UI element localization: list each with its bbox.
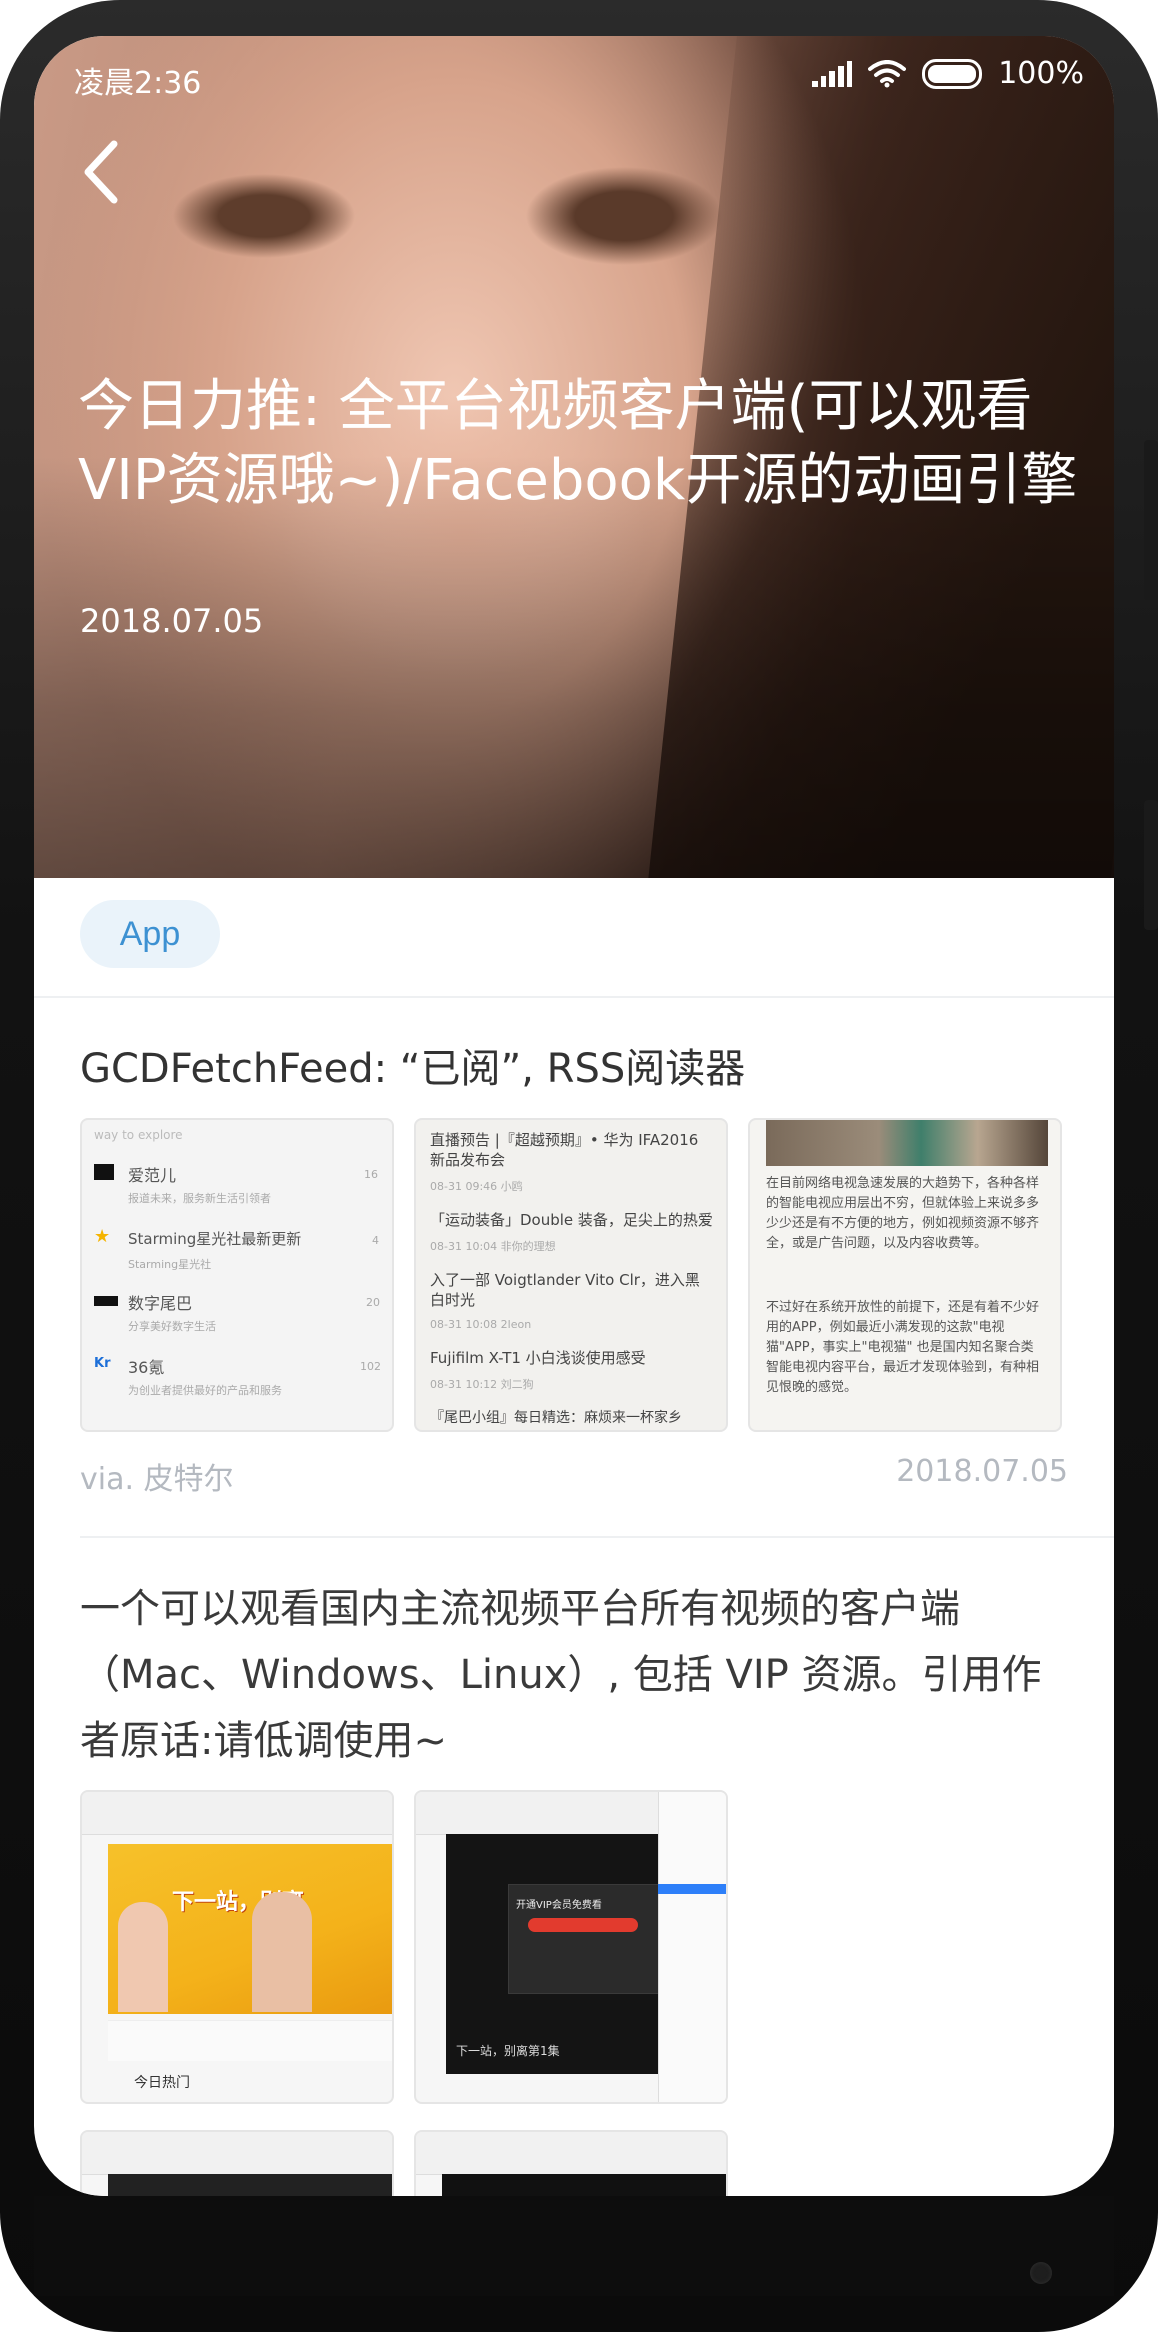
article-list-title: 入了一部 Voigtlander Vito Clr，进入黑白时光: [430, 1271, 700, 1309]
hot-label: 今日热门: [134, 2075, 190, 2091]
battery-percent: 100%: [998, 56, 1084, 91]
feed-logo-36kr: Kr: [94, 1356, 111, 1371]
article-list-title: 「运动装备」Double 装备，足尖上的热爱: [430, 1211, 712, 1229]
status-bar: 凌晨2:36 100%: [34, 36, 1114, 116]
vip-overlay-text: 开通VIP会员免费看: [516, 1900, 602, 1911]
section-title: GCDFetchFeed: “已阅”, RSS阅读器: [80, 1046, 746, 1092]
category-strip: [108, 2020, 392, 2061]
article-list-meta: 08-31 09:46 小鸥: [430, 1180, 523, 1193]
tag-row: App: [34, 878, 1114, 998]
feed-count: 20: [366, 1296, 380, 1309]
article-date: 2018.07.05: [80, 602, 264, 640]
banner-person: [118, 1902, 168, 2012]
article-paragraph: 在目前网络电视急速发展的大趋势下，各种各样的智能电视应用层出不穷，但就体验上来说…: [766, 1176, 1040, 1251]
feed-count: 4: [372, 1234, 379, 1247]
article-list-title: 『尾巴小组』每日精选：麻烦来一杯家乡: [430, 1410, 682, 1426]
feed-name: 36氪: [128, 1358, 165, 1377]
video-caption: 下一站，别离第1集: [456, 2044, 560, 2058]
window-titlebar: [416, 2132, 726, 2175]
article-list-title: Fujifilm X-T1 小白浅谈使用感受: [430, 1349, 646, 1367]
star-icon: ★: [94, 1226, 111, 1247]
source-via[interactable]: via. 皮特尔: [80, 1454, 234, 1498]
article-list-meta: 08-31 10:04 非你的理想: [430, 1240, 556, 1253]
thumb-header: way to explore: [94, 1128, 183, 1142]
signal-icon: [812, 60, 853, 87]
episode-menu: [658, 1792, 726, 2102]
feed-desc: 分享美好数字生活: [128, 1320, 216, 1333]
article-list-title: 直播预告 |『超越预期』• 华为 IFA2016 新品发布会: [430, 1131, 699, 1169]
window-titlebar: [82, 2132, 392, 2175]
screenshot-thumbnail[interactable]: 下一站，别离 今日热门: [80, 1790, 394, 2104]
post-date: 2018.07.05: [896, 1454, 1068, 1489]
article-list-meta: 08-31 10:12 刘二狗: [430, 1378, 534, 1391]
window-titlebar: [82, 1792, 392, 1835]
screenshot-thumbnail[interactable]: way to explore 爱范儿 报道未来，服务新生活引领者 16 ★ St…: [80, 1118, 394, 1432]
screenshot-thumbnail[interactable]: [80, 2130, 394, 2196]
divider: [80, 1536, 1114, 1538]
feed-name: Starming星光社最新更新: [128, 1230, 302, 1248]
feed-logo-ifanr: [94, 1164, 114, 1180]
vip-button: [528, 1918, 638, 1932]
feed-logo-dgtle: [94, 1296, 118, 1306]
feed-count: 102: [360, 1360, 381, 1373]
status-time: 凌晨2:36: [74, 66, 202, 101]
chevron-left-icon: [84, 140, 118, 204]
screenshot-thumbnail[interactable]: 直播预告 |『超越预期』• 华为 IFA2016 新品发布会 08-31 09:…: [414, 1118, 728, 1432]
feed-count: 16: [364, 1168, 378, 1181]
wifi-icon: [868, 59, 907, 87]
video-area: [442, 2174, 726, 2196]
power-button: [1144, 800, 1158, 930]
tv-photo: [766, 1120, 1048, 1166]
screenshot-thumbnail[interactable]: 开通VIP会员免费看 下一站，别离第1集: [414, 1790, 728, 2104]
battery-icon: [922, 58, 983, 89]
body-paragraph: 一个可以观看国内主流视频平台所有视频的客户端（Mac、Windows、Linux…: [80, 1586, 1042, 1764]
status-icons: 100%: [812, 56, 1084, 91]
video-area: [108, 2174, 392, 2196]
back-button[interactable]: [68, 132, 138, 212]
article-title: 今日力推: 全平台视频客户端(可以观看VIP资源哦~)/Facebook开源的动…: [78, 374, 1078, 513]
sensor-dot: [1030, 2262, 1052, 2284]
hero-gradient-overlay: [34, 456, 1114, 878]
article-list-meta: 08-31 10:08 2leon: [430, 1318, 532, 1331]
feed-desc: 报道未来，服务新生活引领者: [128, 1192, 271, 1205]
feed-name: 爱范儿: [128, 1166, 177, 1185]
tag-app[interactable]: App: [80, 900, 220, 968]
screenshot-thumbnail[interactable]: [414, 2130, 728, 2196]
article-paragraph: 不过好在系统开放性的前提下，还是有着不少好用的APP，例如最近小满发现的这款"电…: [766, 1300, 1040, 1395]
feed-desc: Starming星光社: [128, 1258, 212, 1271]
screenshot-thumbnail[interactable]: 在目前网络电视急速发展的大趋势下，各种各样的智能电视应用层出不穷，但就体验上来说…: [748, 1118, 1062, 1432]
screen: 凌晨2:36 100% 今日力推: 全平台视频客户端(可以观看VIP资源哦~)/…: [34, 36, 1114, 2196]
phone-chin: [34, 2196, 1114, 2296]
banner-person: [252, 1892, 312, 2012]
feed-name: 数字尾巴: [128, 1294, 193, 1313]
menu-highlight: [658, 1884, 726, 1894]
volume-button: [1144, 440, 1158, 600]
feed-desc: 为创业者提供最好的产品和服务: [128, 1384, 282, 1397]
